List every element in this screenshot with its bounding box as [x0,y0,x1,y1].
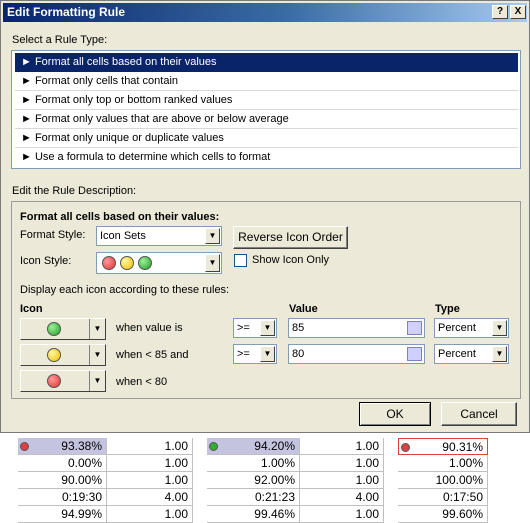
ok-button[interactable]: OK [359,402,431,426]
cell-b1[interactable]: 1.00 [107,438,193,455]
cell-value: 90.31% [442,440,483,454]
cell-e2[interactable]: 1.00% [398,455,488,472]
cell-e3[interactable]: 100.00% [398,472,488,489]
select-rule-type-label: Select a Rule Type: [12,34,108,46]
rule-type-item-top-bottom[interactable]: ► Format only top or bottom ranked value… [15,91,518,110]
cell-d2[interactable]: 1.00 [300,455,384,472]
cell-e1[interactable]: 90.31% [398,438,488,455]
cell-d3[interactable]: 1.00 [300,472,384,489]
yellow-circle-icon [120,256,134,270]
cancel-button[interactable]: Cancel [441,402,517,426]
icon-column-header: Icon [20,303,43,315]
rule-type-item-all-cells[interactable]: ► Format all cells based on their values [15,53,518,72]
icon-style-label: Icon Style: [20,255,72,267]
display-rules-label: Display each icon according to these rul… [20,284,230,296]
rule-3-condition: when < 80 [116,376,168,388]
rule-1-value: 85 [292,322,305,334]
icon-style-select[interactable]: ▼ [96,252,222,274]
chevron-down-icon: ▼ [260,320,275,336]
chevron-down-icon: ▼ [260,346,275,362]
rule-2-value-input[interactable]: 80 [288,344,425,364]
rule-1-operator: >= [237,322,250,334]
rule-type-item-formula[interactable]: ► Use a formula to determine which cells… [15,148,518,167]
show-icon-only-label: Show Icon Only [252,254,330,266]
chevron-down-icon: ▼ [89,319,105,339]
format-style-select[interactable]: Icon Sets ▼ [96,226,222,246]
rule-type-item-above-below-average[interactable]: ► Format only values that are above or b… [15,110,518,129]
cell-a1[interactable]: 93.38% [18,438,107,455]
cell-a5[interactable]: 94.99% [18,506,107,523]
cell-b3[interactable]: 1.00 [107,472,193,489]
range-picker-icon[interactable] [407,347,422,361]
rule-2-condition: when < 85 and [116,349,189,361]
type-column-header: Type [435,303,460,315]
cell-d1[interactable]: 1.00 [300,438,384,455]
rule-2-type-select[interactable]: Percent ▼ [434,344,509,364]
cell-b5[interactable]: 1.00 [107,506,193,523]
rule-type-list[interactable]: ► Format all cells based on their values… [11,50,521,169]
cell-b4[interactable]: 4.00 [107,489,193,506]
cell-c1[interactable]: 94.20% [207,438,300,455]
rule-2-type: Percent [438,348,476,360]
spreadsheet-grid: 93.38% 1.00 94.20% 1.00 90.31% 0.00% 1.0… [0,433,530,523]
close-button[interactable]: X [510,5,526,19]
rule-1-value-input[interactable]: 85 [288,318,425,338]
cell-a2[interactable]: 0.00% [18,455,107,472]
rule-2-icon-select[interactable]: ▼ [20,344,106,366]
chevron-down-icon: ▼ [89,345,105,365]
format-style-label: Format Style: [20,229,86,241]
red-circle-icon [47,374,61,388]
cell-c4[interactable]: 0:21:23 [207,489,300,506]
chevron-down-icon: ▼ [89,371,105,391]
red-circle-icon [401,443,410,452]
red-circle-icon [20,442,29,451]
rule-2-value: 80 [292,348,305,360]
rule-type-item-unique-duplicate[interactable]: ► Format only unique or duplicate values [15,129,518,148]
show-icon-only-checkbox[interactable] [234,254,247,267]
green-circle-icon [138,256,152,270]
chevron-down-icon: ▼ [205,228,220,244]
yellow-circle-icon [47,348,61,362]
cell-d5[interactable]: 1.00 [300,506,384,523]
rule-1-type: Percent [438,322,476,334]
rule-1-condition: when value is [116,322,183,334]
rule-3-icon-select[interactable]: ▼ [20,370,106,392]
value-column-header: Value [289,303,318,315]
rule-1-icon-select[interactable]: ▼ [20,318,106,340]
cell-b2[interactable]: 1.00 [107,455,193,472]
red-circle-icon [102,256,116,270]
chevron-down-icon: ▼ [492,320,507,336]
help-button[interactable]: ? [492,5,508,19]
range-picker-icon[interactable] [407,321,422,335]
rule-type-item-cells-contain[interactable]: ► Format only cells that contain [15,72,518,91]
cell-c3[interactable]: 92.00% [207,472,300,489]
green-circle-icon [47,322,61,336]
dialog-title: Edit Formatting Rule [3,3,527,22]
chevron-down-icon: ▼ [492,346,507,362]
edit-formatting-rule-dialog: Edit Formatting Rule ? X Select a Rule T… [0,0,530,433]
cell-e4[interactable]: 0:17:50 [398,489,488,506]
green-circle-icon [209,442,218,451]
reverse-icon-order-button[interactable]: Reverse Icon Order [233,226,348,249]
rule-2-operator-select[interactable]: >= ▼ [233,344,277,364]
cell-a3[interactable]: 90.00% [18,472,107,489]
rule-2-operator: >= [237,348,250,360]
edit-rule-description-label: Edit the Rule Description: [12,185,137,197]
cell-a4[interactable]: 0:19:30 [18,489,107,506]
format-style-value: Icon Sets [100,230,146,242]
rule-1-operator-select[interactable]: >= ▼ [233,318,277,338]
cell-value: 93.38% [61,439,102,453]
cell-e5[interactable]: 99.60% [398,506,488,523]
cell-d4[interactable]: 4.00 [300,489,384,506]
rule-1-type-select[interactable]: Percent ▼ [434,318,509,338]
cell-value: 94.20% [254,439,295,453]
chevron-down-icon: ▼ [205,254,220,272]
cell-c5[interactable]: 99.46% [207,506,300,523]
description-heading: Format all cells based on their values: [20,211,220,223]
cell-c2[interactable]: 1.00% [207,455,300,472]
